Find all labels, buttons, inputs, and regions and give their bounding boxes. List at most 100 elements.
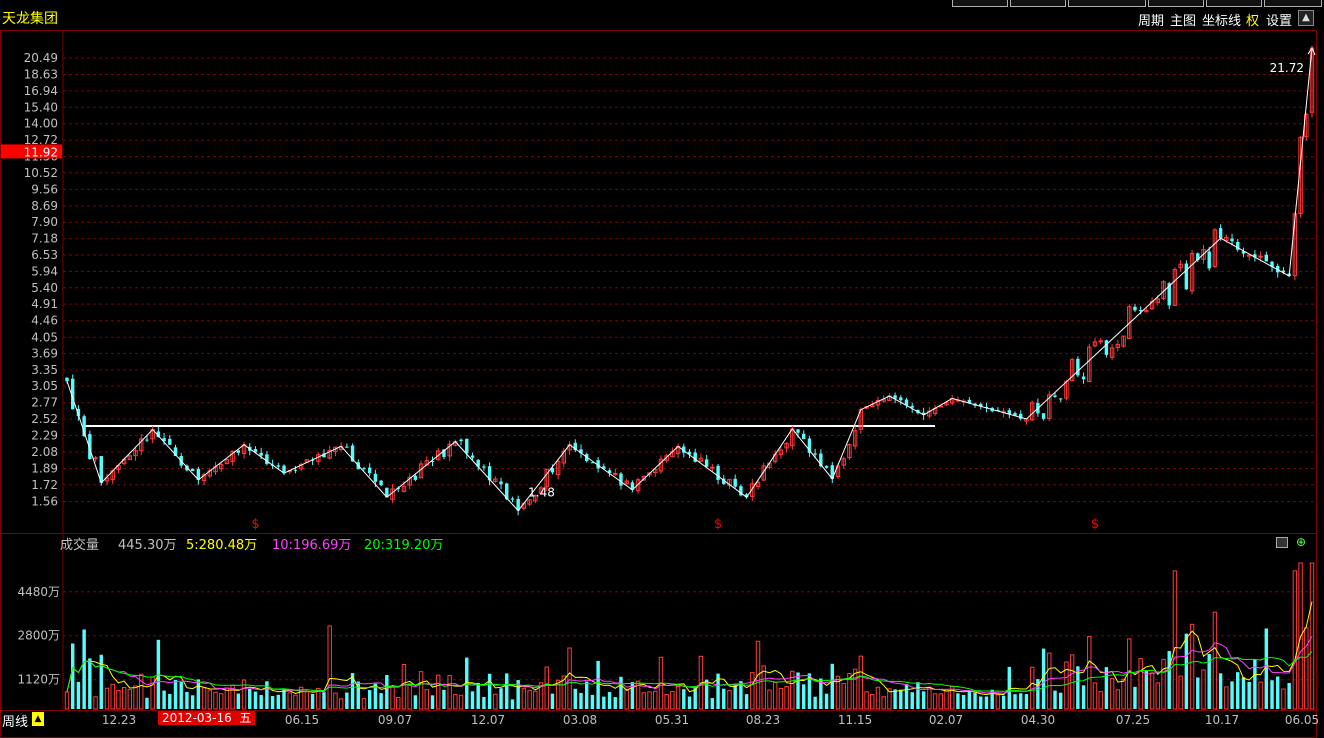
menu-rights[interactable]: 权 [1246, 10, 1259, 29]
candle-down [482, 466, 486, 468]
volume-bar-down [379, 693, 383, 709]
menu-main-chart[interactable]: 主图 [1170, 10, 1196, 29]
volume-bar-up [121, 687, 127, 710]
price-tick-label: 2.52 [31, 412, 58, 426]
scroll-up-icon[interactable]: ▲ [1298, 10, 1314, 26]
date-tick-label: 02.07 [929, 713, 963, 727]
volume-bar-down [1184, 633, 1189, 709]
volume-bar-down [984, 696, 989, 709]
zoom-icon[interactable]: ⊕ [1296, 535, 1306, 549]
volume-bar-down [1270, 680, 1274, 709]
volume-tick-label: 4480万 [17, 585, 60, 599]
volume-bar-up [852, 668, 858, 710]
volume-bar-down [550, 693, 555, 709]
volume-bar-up [1098, 691, 1103, 710]
volume-bar-down [190, 695, 195, 709]
toolbar-button[interactable] [1010, 0, 1066, 7]
date-tick-label: 12.23 [102, 713, 136, 727]
volume-label: 成交量 [60, 538, 100, 553]
price-tick-label: 4.91 [31, 297, 58, 311]
volume-bar-down [276, 694, 281, 709]
candle-down [510, 498, 515, 500]
volume-bar-up [938, 693, 943, 710]
toolbar-button[interactable] [1148, 0, 1204, 7]
volume-bar-up [64, 691, 70, 710]
volume-bar-down [973, 692, 977, 709]
toolbar-button[interactable] [1264, 0, 1322, 7]
volume-bar-down [722, 688, 726, 709]
volume-bar-up [653, 690, 658, 710]
volume-bar-down [1053, 690, 1057, 709]
volume-bar-up [224, 687, 230, 710]
volume-bar-up [327, 625, 332, 710]
toolbar-button[interactable] [1068, 0, 1146, 7]
price-tick-label: 7.18 [31, 232, 58, 246]
price-tick-label: 10.52 [24, 166, 58, 180]
menu-period[interactable]: 周期 [1138, 10, 1164, 29]
volume-bar-up [1201, 669, 1206, 710]
candle-down [1041, 413, 1046, 419]
volume-bar-up [670, 691, 675, 710]
volume-axis: 4480万 2800万 1120万 [17, 585, 60, 687]
candlestick-series[interactable] [65, 45, 1315, 516]
candle-down [733, 478, 737, 487]
volume-bar-down [505, 673, 509, 709]
candle-down [265, 454, 269, 465]
volume-bar-up [1138, 658, 1143, 710]
volume-bar-up [870, 694, 875, 710]
volume-bar-down [185, 691, 189, 709]
candle-down [1138, 309, 1143, 311]
volume-bar-up [1087, 636, 1092, 710]
date-tick-label: 10.17 [1205, 713, 1239, 727]
volume-bar-up [458, 694, 464, 710]
volume-bar-down [579, 692, 583, 709]
price-tick-label: 1.89 [31, 462, 58, 476]
price-tick-label: 5.40 [31, 281, 58, 295]
menu-axis[interactable]: 坐标线 [1202, 10, 1241, 29]
volume-ma5: 5:280.48万 [186, 538, 258, 553]
date-tick-label: 06.15 [285, 713, 319, 727]
volume-bar-up [116, 690, 121, 710]
menu-settings[interactable]: 设置 [1266, 10, 1292, 29]
price-tick-label: 20.49 [24, 51, 58, 65]
volume-bar-down [1019, 693, 1023, 709]
volume-ma10: 10:196.69万 [272, 538, 352, 553]
window-icon[interactable] [1276, 537, 1288, 548]
volume-bar-down [1241, 677, 1246, 709]
dividend-marker: $ [714, 517, 722, 532]
volume-bar-down [310, 693, 315, 709]
volume-bar-down [70, 643, 75, 709]
candle-down [293, 469, 298, 471]
volume-bar-down [413, 695, 418, 709]
period-dropdown-icon[interactable]: ▲ [32, 712, 44, 726]
stock-chart-canvas: 20.4918.6316.9415.4014.0012.7211.5610.52… [0, 30, 1319, 738]
volume-bar-down [1024, 694, 1029, 709]
volume-bar-up [424, 689, 430, 710]
volume-bar-down [76, 681, 81, 709]
volume-bar-up [1212, 611, 1218, 710]
period-tab[interactable]: 周线 [2, 711, 28, 730]
volume-bar-down [322, 692, 326, 709]
volume-bar-down [1144, 670, 1149, 709]
volume-bar-down [1247, 681, 1251, 709]
candle-down [910, 405, 914, 408]
candle-up [1258, 255, 1263, 258]
volume-ma20: 20:319.20万 [364, 538, 444, 553]
price-tick-label: 1.56 [31, 495, 58, 509]
volume-bar-down [1264, 628, 1269, 709]
volume-bar-down [802, 684, 806, 709]
price-tick-label: 5.94 [31, 264, 58, 278]
price-tick-label: 8.69 [31, 199, 58, 213]
candle-up [710, 466, 715, 469]
volume-bar-up [390, 685, 395, 710]
volume-bar-up [641, 692, 647, 710]
volume-bar-down [1001, 695, 1006, 709]
volume-bar-down [1133, 686, 1137, 709]
candle-down [1133, 306, 1137, 311]
volume-bar-down [967, 692, 972, 709]
volume-bar-down [248, 688, 252, 709]
price-annotation: 1.48 [528, 486, 555, 500]
toolbar-button[interactable] [952, 0, 1008, 7]
volume-bar-up [927, 686, 932, 710]
toolbar-button[interactable] [1206, 0, 1262, 7]
